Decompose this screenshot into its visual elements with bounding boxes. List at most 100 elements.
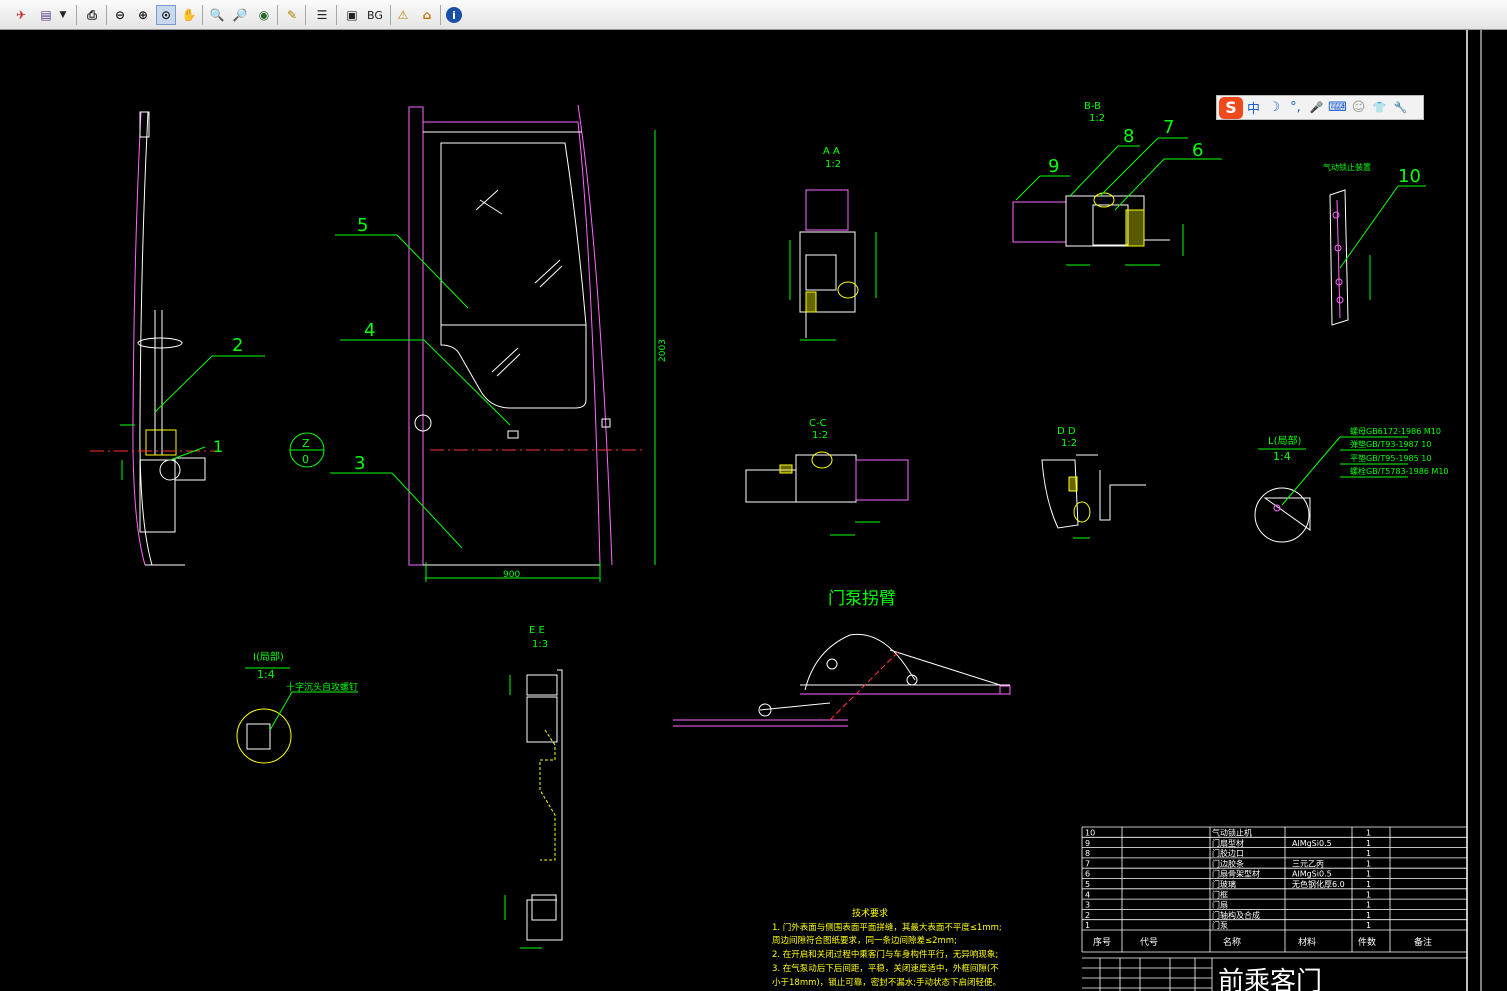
ime-microphone-icon[interactable]: 🎤 bbox=[1306, 97, 1327, 119]
door-front-view bbox=[408, 104, 656, 582]
bom-row-number: 8 bbox=[1085, 849, 1090, 858]
detail-i-title: I(局部) bbox=[253, 650, 284, 663]
ime-punctuation-icon[interactable]: °, bbox=[1285, 97, 1306, 119]
callout-3: 3 bbox=[330, 453, 463, 549]
open-document-icon[interactable]: ▤ bbox=[36, 5, 56, 25]
fastener-note: 弹垫GB/T93-1987 10 bbox=[1350, 439, 1431, 449]
cad-drawing-canvas[interactable]: 2 1 Z 0 2003 900 5 4 3 A A 1:2 B-B 1:2 9… bbox=[0, 30, 1507, 991]
bom-row-qty: 1 bbox=[1366, 839, 1371, 848]
ime-toolbar[interactable]: S 中 ☽ °, 🎤 ⌨ ☺ 👕 🔧 bbox=[1216, 95, 1424, 120]
bom-row-name: 门玻璃 bbox=[1212, 879, 1236, 889]
callout-5: 5 bbox=[335, 215, 469, 309]
ime-settings-icon[interactable]: 🔧 bbox=[1390, 97, 1411, 119]
section-cc-title: C-C bbox=[809, 418, 827, 429]
background-toggle-button[interactable]: BG bbox=[364, 5, 386, 25]
bom-row-number: 6 bbox=[1085, 870, 1090, 879]
fastener-note: 螺母GB6172-1986 M10 bbox=[1350, 426, 1441, 436]
bom-header-material: 材料 bbox=[1298, 936, 1316, 948]
zoom-window-icon[interactable]: ⊙ bbox=[156, 5, 176, 25]
fastener-note: 螺栓GB/T5783-1986 M10 bbox=[1350, 466, 1449, 476]
zone-label: 0 bbox=[302, 453, 309, 466]
bom-row-name: 门胶边口 bbox=[1212, 848, 1244, 858]
zoom-out-icon[interactable]: ⊖ bbox=[110, 5, 130, 25]
ime-halfwidth-icon[interactable]: ☽ bbox=[1264, 97, 1285, 119]
callout-8: 8 bbox=[1069, 126, 1140, 197]
detail-l-title: L(局部) bbox=[1268, 434, 1301, 447]
bom-row-number: 2 bbox=[1085, 911, 1090, 920]
lock-device-view bbox=[1329, 185, 1426, 326]
bom-row-number: 7 bbox=[1085, 859, 1090, 868]
screw-note: 十字沉头自攻螺钉 bbox=[286, 681, 358, 693]
ime-logo-icon[interactable]: S bbox=[1219, 96, 1243, 119]
tech-requirements-title: 技术要求 bbox=[852, 907, 888, 919]
callout-label: 6 bbox=[1192, 140, 1203, 161]
callout-label: 8 bbox=[1123, 126, 1134, 147]
bom-row-qty: 1 bbox=[1366, 921, 1371, 930]
bom-row-name: 门框 bbox=[1212, 889, 1228, 899]
section-aa-title: A A bbox=[823, 146, 840, 157]
viewer-toolbar: ✈ ▤ ▼ ⎙ ⊖ ⊕ ⊙ ✋ 🔍 🔎 ◉ ✎ ☰ ▣ BG ⚠ ⌂ i bbox=[0, 0, 1507, 30]
section-aa-view bbox=[789, 189, 877, 341]
door-pump-arm-title: 门泵拐臂 bbox=[828, 589, 896, 609]
section-bb-title: B-B bbox=[1084, 101, 1101, 112]
zoom-extents-icon[interactable]: 🔍 bbox=[207, 5, 227, 25]
layers-icon[interactable]: ☰ bbox=[312, 5, 332, 25]
section-scale: 1:2 bbox=[825, 159, 841, 170]
section-scale: 1:2 bbox=[1089, 113, 1105, 124]
toolbar-separator bbox=[440, 5, 441, 25]
drawing-title: 前乘客门 bbox=[1218, 967, 1322, 991]
section-ee-view bbox=[504, 669, 563, 949]
ime-language-toggle[interactable]: 中 bbox=[1243, 97, 1264, 119]
bom-row-material: 三元乙丙 bbox=[1292, 859, 1324, 868]
door-pump-arm-view bbox=[673, 633, 1011, 727]
tech-requirement-line: 2. 在开启和关闭过程中乘客门与车身构件平行，无异响现象; bbox=[772, 949, 998, 960]
bom-row-number: 4 bbox=[1085, 890, 1090, 899]
callout-label: 5 bbox=[357, 215, 368, 236]
bom-row-number: 3 bbox=[1085, 901, 1090, 910]
bom-row-qty: 1 bbox=[1366, 829, 1371, 838]
app-logo-icon[interactable]: ✈ bbox=[11, 5, 31, 25]
home-icon[interactable]: ⌂ bbox=[417, 5, 437, 25]
toolbar-separator bbox=[336, 5, 337, 25]
callout-label: 2 bbox=[232, 335, 243, 356]
zone-marker: Z 0 bbox=[289, 432, 325, 468]
callout-label: 4 bbox=[364, 320, 375, 341]
bom-row-number: 5 bbox=[1085, 880, 1090, 889]
detail-scale: 1:4 bbox=[257, 668, 275, 681]
zoom-previous-icon[interactable]: 🔎 bbox=[230, 5, 250, 25]
dropdown-arrow-icon[interactable]: ▼ bbox=[57, 5, 69, 25]
warning-icon[interactable]: ⚠ bbox=[393, 5, 413, 25]
section-cc-view bbox=[745, 451, 909, 536]
callout-7: 7 bbox=[1099, 117, 1188, 197]
toolbar-separator bbox=[305, 5, 306, 25]
side-view bbox=[90, 111, 215, 566]
ime-user-icon[interactable]: ☺ bbox=[1348, 97, 1369, 119]
bom-row-qty: 1 bbox=[1366, 859, 1371, 868]
section-scale: 1:2 bbox=[812, 430, 828, 441]
callout-label: 3 bbox=[354, 453, 365, 474]
bom-row-name: 门泵 bbox=[1212, 920, 1228, 930]
bom-row-material: AlMgSi0.5 bbox=[1292, 839, 1332, 848]
bom-row-material: 无色钢化厚6.0 bbox=[1292, 879, 1345, 889]
bom-header-no: 序号 bbox=[1093, 936, 1111, 948]
bom-row-qty: 1 bbox=[1366, 901, 1371, 910]
ime-skin-icon[interactable]: 👕 bbox=[1369, 97, 1390, 119]
fastener-note: 平垫GB/T95-1985 10 bbox=[1350, 453, 1431, 463]
callout-4: 4 bbox=[340, 320, 511, 426]
bom-row-name: 门扇骨架型材 bbox=[1212, 869, 1260, 879]
view-eye-icon[interactable]: ◉ bbox=[254, 5, 274, 25]
section-bb-view bbox=[1012, 192, 1184, 266]
frame-icon[interactable]: ▣ bbox=[342, 5, 362, 25]
print-icon[interactable]: ⎙ bbox=[82, 5, 102, 25]
pan-hand-icon[interactable]: ✋ bbox=[179, 5, 199, 25]
toolbar-separator bbox=[106, 5, 107, 25]
callout-label: 9 bbox=[1048, 156, 1059, 177]
measure-icon[interactable]: ✎ bbox=[282, 5, 302, 25]
ime-keyboard-icon[interactable]: ⌨ bbox=[1327, 97, 1348, 119]
callout-1: 1 bbox=[169, 437, 223, 461]
zoom-in-icon[interactable]: ⊕ bbox=[133, 5, 153, 25]
section-dd-title: D D bbox=[1057, 426, 1076, 437]
lock-note: 气动锁止装置 bbox=[1323, 162, 1371, 172]
callout-label: 10 bbox=[1398, 166, 1421, 187]
info-icon[interactable]: i bbox=[446, 7, 462, 23]
